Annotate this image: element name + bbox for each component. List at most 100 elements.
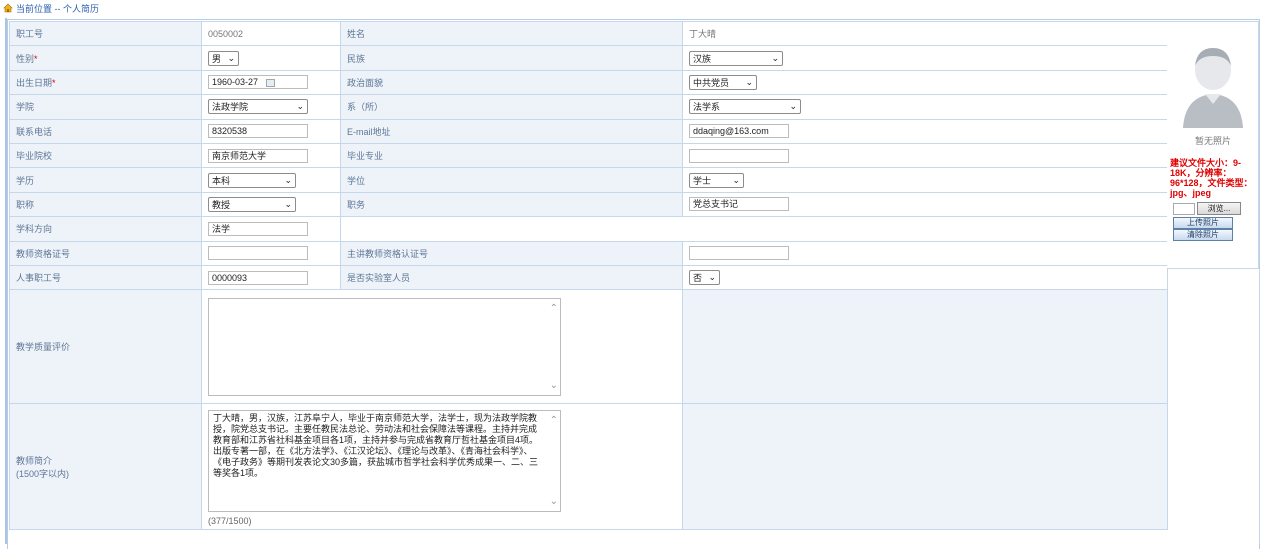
title-selected: 教授 <box>212 199 231 210</box>
breadcrumb: 当前位置 -- 个人简历 <box>3 1 99 15</box>
browse-button[interactable]: 浏览... <box>1197 202 1241 215</box>
row-bio: 教师简介 (1500字以内) 丁大晴，男，汉族，江苏阜宁人，毕业于南京师范大学，… <box>9 403 1168 531</box>
lecturer-cert-label: 主讲教师资格认证号 <box>340 240 683 266</box>
discipline-input[interactable]: 法学 <box>208 221 308 236</box>
empty-cell <box>340 216 1168 242</box>
scroll-down-icon[interactable]: ⌄ <box>550 496 558 507</box>
row-discipline: 学科方向 法学 <box>9 216 1168 242</box>
chevron-down-icon: ⌄ <box>227 52 235 63</box>
education-selected: 本科 <box>212 175 231 186</box>
chevron-down-icon: ⌄ <box>771 52 779 63</box>
college-select[interactable]: 法政学院 ⌄ <box>208 99 308 115</box>
right-rule <box>1259 269 1260 544</box>
gender-label-cell: 性别* <box>9 45 202 71</box>
no-photo-label: 暂无照片 <box>1194 136 1231 146</box>
required-mark: * <box>52 77 56 88</box>
politics-label: 政治面貌 <box>340 69 683 96</box>
bio-counter: (377/1500) <box>208 515 252 526</box>
profile-form: 职工号 0050002 姓名 丁大晴 性别* 男 ⌄ 民族 汉族 ⌄ 出生日期* 1… <box>9 20 1168 531</box>
chevron-down-icon: ⌄ <box>284 174 292 185</box>
college-label: 学院 <box>9 94 202 120</box>
chevron-down-icon: ⌄ <box>296 101 304 112</box>
bio-label-cell: 教师简介 (1500字以内) <box>9 403 202 531</box>
teaching-eval-textarea[interactable]: ⌃ ⌄ <box>208 297 561 396</box>
breadcrumb-label: 当前位置 -- 个人简历 <box>16 3 99 14</box>
bio-label: 教师简介 <box>16 455 53 466</box>
chevron-down-icon: ⌄ <box>789 101 797 112</box>
chevron-down-icon: ⌄ <box>745 76 753 87</box>
scroll-down-icon[interactable]: ⌄ <box>550 380 558 391</box>
row-certs: 教师资格证号 主讲教师资格认证号 <box>9 240 1168 266</box>
clear-photo-button[interactable]: 清除照片 <box>1173 229 1233 241</box>
teaching-eval-label: 教学质量评价 <box>9 289 202 405</box>
education-label: 学历 <box>9 167 202 193</box>
graduated-school-label: 毕业院校 <box>9 142 202 169</box>
name-label: 姓名 <box>340 20 683 47</box>
row-title: 职称 教授 ⌄ 职务 党总支书记 <box>9 191 1168 218</box>
hr-no-label: 人事职工号 <box>9 264 202 291</box>
email-input[interactable]: ddaqing@163.com <box>689 124 789 139</box>
teacher-cert-label: 教师资格证号 <box>9 240 202 266</box>
file-path-field[interactable] <box>1173 203 1195 215</box>
row-college: 学院 法政学院 ⌄ 系（所） 法学系 ⌄ <box>9 94 1168 120</box>
hr-no-input[interactable]: 0000093 <box>208 270 308 285</box>
required-mark: * <box>34 53 38 64</box>
discipline-label: 学科方向 <box>9 216 202 242</box>
email-label: E-mail地址 <box>340 118 683 144</box>
degree-select[interactable]: 学士 ⌄ <box>689 172 744 188</box>
bio-text: 丁大晴，男，汉族，江苏阜宁人，毕业于南京师范大学，法学士，现为法政学院教授，院党… <box>213 412 539 478</box>
politics-select[interactable]: 中共党员 ⌄ <box>689 74 757 90</box>
row-birth: 出生日期* 1960-03-27 政治面貌 中共党员 ⌄ <box>9 69 1168 96</box>
birth-date-value: 1960-03-27 <box>212 77 259 88</box>
calendar-icon[interactable] <box>266 79 276 88</box>
teacher-cert-input[interactable] <box>208 246 308 261</box>
chevron-down-icon: ⌄ <box>732 174 740 185</box>
degree-selected: 学士 <box>693 175 712 186</box>
politics-selected: 中共党员 <box>693 77 730 88</box>
gender-select[interactable]: 男 ⌄ <box>208 50 239 66</box>
gender-selected: 男 <box>212 53 222 64</box>
education-select[interactable]: 本科 ⌄ <box>208 172 296 188</box>
lab-staff-select[interactable]: 否 ⌄ <box>689 270 720 286</box>
phone-label: 联系电话 <box>9 118 202 144</box>
position-input[interactable]: 党总支书记 <box>689 197 789 212</box>
position-label: 职务 <box>340 191 683 218</box>
title-label: 职称 <box>9 191 202 218</box>
scroll-up-icon[interactable]: ⌃ <box>550 303 558 314</box>
birth-date-label: 出生日期 <box>16 77 53 88</box>
empty-cell <box>682 289 1168 405</box>
row-hr: 人事职工号 0000093 是否实验室人员 否 ⌄ <box>9 264 1168 291</box>
photo-hint: 建议文件大小：9-18K，分辨率：96*128，文件类型：jpg、jpeg <box>1170 158 1253 198</box>
staff-no-value: 0050002 <box>208 28 244 39</box>
row-staff-no: 职工号 0050002 姓名 丁大晴 <box>9 20 1168 47</box>
graduated-major-label: 毕业专业 <box>340 142 683 169</box>
scroll-up-icon[interactable]: ⌃ <box>550 415 558 426</box>
department-selected: 法学系 <box>693 102 721 113</box>
college-selected: 法政学院 <box>212 102 249 113</box>
upload-photo-button[interactable]: 上传照片 <box>1173 217 1233 229</box>
row-phone: 联系电话 8320538 E-mail地址 ddaqing@163.com <box>9 118 1168 144</box>
birth-date-input[interactable]: 1960-03-27 <box>208 75 308 90</box>
row-gender: 性别* 男 ⌄ 民族 汉族 ⌄ <box>9 45 1168 71</box>
ethnicity-select[interactable]: 汉族 ⌄ <box>689 50 783 66</box>
graduated-major-input[interactable] <box>689 148 789 163</box>
home-icon <box>3 3 13 13</box>
department-select[interactable]: 法学系 ⌄ <box>689 99 801 115</box>
bio-sublabel: (1500字以内) <box>16 468 70 479</box>
chevron-down-icon: ⌄ <box>284 198 292 209</box>
graduated-school-input[interactable]: 南京师范大学 <box>208 148 308 163</box>
row-education: 学历 本科 ⌄ 学位 学士 ⌄ <box>9 167 1168 193</box>
ethnicity-selected: 汉族 <box>693 53 712 64</box>
staff-no-label: 职工号 <box>9 20 202 47</box>
name-value: 丁大晴 <box>689 29 717 40</box>
birth-label-cell: 出生日期* <box>9 69 202 96</box>
row-teaching-eval: 教学质量评价 ⌃ ⌄ <box>9 289 1168 405</box>
chevron-down-icon: ⌄ <box>708 272 716 283</box>
empty-cell <box>682 403 1168 531</box>
lab-staff-label: 是否实验室人员 <box>340 264 683 291</box>
photo-panel: 暂无照片 建议文件大小：9-18K，分辨率：96*128，文件类型：jpg、jp… <box>1167 21 1259 269</box>
bio-textarea[interactable]: 丁大晴，男，汉族，江苏阜宁人，毕业于南京师范大学，法学士，现为法政学院教授，院党… <box>208 409 561 512</box>
title-select[interactable]: 教授 ⌄ <box>208 196 296 212</box>
lecturer-cert-input[interactable] <box>689 246 789 261</box>
phone-input[interactable]: 8320538 <box>208 124 308 139</box>
